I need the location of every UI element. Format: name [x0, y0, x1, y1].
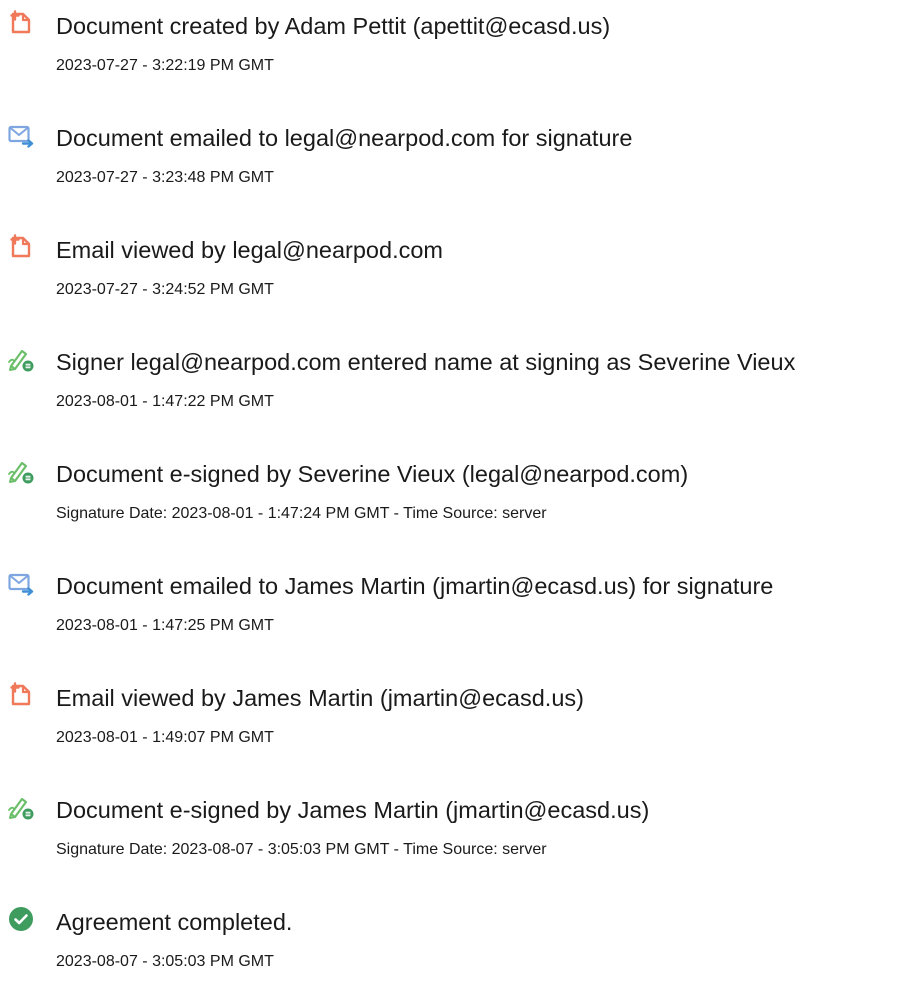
history-event: Email viewed by legal@nearpod.com 2023-0…	[0, 224, 897, 324]
history-event: Document emailed to legal@nearpod.com fo…	[0, 112, 897, 212]
history-event: Document emailed to James Martin (jmarti…	[0, 560, 897, 660]
event-description: Email viewed by James Martin (jmartin@ec…	[56, 685, 584, 711]
history-event: Signer legal@nearpod.com entered name at…	[0, 336, 897, 436]
event-description: Document created by Adam Pettit (apettit…	[56, 13, 611, 39]
event-description: Document emailed to legal@nearpod.com fo…	[56, 125, 633, 151]
document-viewed-icon	[8, 682, 34, 708]
event-timestamp: 2023-08-01 - 1:47:22 PM GMT	[56, 393, 274, 410]
e-sign-icon	[8, 794, 34, 820]
e-sign-icon	[8, 458, 34, 484]
event-timestamp: 2023-07-27 - 3:24:52 PM GMT	[56, 281, 274, 298]
event-description: Document emailed to James Martin (jmarti…	[56, 573, 774, 599]
event-timestamp: Signature Date: 2023-08-07 - 3:05:03 PM …	[56, 841, 547, 858]
event-description: Document e-signed by James Martin (jmart…	[56, 797, 650, 823]
history-event: Agreement completed. 2023-08-07 - 3:05:0…	[0, 896, 897, 996]
history-event: Document e-signed by Severine Vieux (leg…	[0, 448, 897, 548]
document-emailed-icon	[8, 122, 34, 148]
event-timestamp: 2023-07-27 - 3:23:48 PM GMT	[56, 169, 274, 186]
history-event: Document e-signed by James Martin (jmart…	[0, 784, 897, 884]
history-event: Email viewed by James Martin (jmartin@ec…	[0, 672, 897, 772]
event-timestamp: 2023-07-27 - 3:22:19 PM GMT	[56, 57, 274, 74]
document-created-icon	[8, 10, 34, 36]
event-timestamp: 2023-08-07 - 3:05:03 PM GMT	[56, 953, 274, 970]
history-event: Document created by Adam Pettit (apettit…	[0, 0, 897, 100]
document-emailed-icon	[8, 570, 34, 596]
completed-check-icon	[8, 906, 34, 932]
event-description: Email viewed by legal@nearpod.com	[56, 237, 443, 263]
e-sign-icon	[8, 346, 34, 372]
document-viewed-icon	[8, 234, 34, 260]
event-timestamp: Signature Date: 2023-08-01 - 1:47:24 PM …	[56, 505, 547, 522]
event-timestamp: 2023-08-01 - 1:49:07 PM GMT	[56, 729, 274, 746]
event-description: Signer legal@nearpod.com entered name at…	[56, 349, 796, 375]
event-timestamp: 2023-08-01 - 1:47:25 PM GMT	[56, 617, 274, 634]
event-description: Document e-signed by Severine Vieux (leg…	[56, 461, 689, 487]
event-description: Agreement completed.	[56, 909, 293, 935]
